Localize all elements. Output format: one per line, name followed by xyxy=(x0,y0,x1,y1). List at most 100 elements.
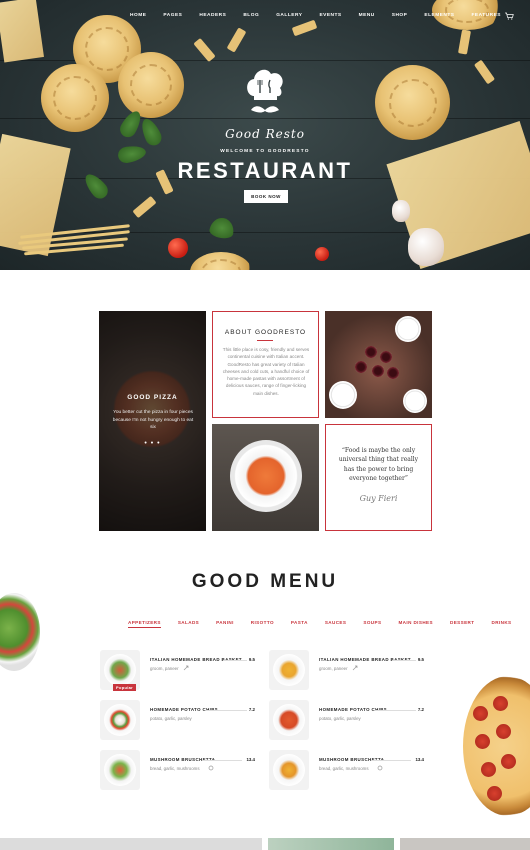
penne xyxy=(457,29,472,55)
nav-headers[interactable]: HEADERS xyxy=(199,13,226,18)
quote-text: “Food is maybe the only universal thing … xyxy=(338,447,419,482)
chef-hat-icon xyxy=(247,69,283,113)
dish-thumb[interactable] xyxy=(100,700,140,740)
tab-appetizers[interactable]: APPETIZERS xyxy=(128,620,161,628)
salad-decoration xyxy=(0,593,40,671)
vegetarian-icon xyxy=(377,765,383,771)
spicy-icon xyxy=(352,665,358,671)
penne xyxy=(132,195,157,219)
nav-events[interactable]: EVENTS xyxy=(319,13,341,18)
dish-image xyxy=(104,654,136,686)
dish-ingredients: potato, garlic, parsley xyxy=(319,716,361,721)
tomato xyxy=(168,238,188,258)
toast-photo xyxy=(325,311,432,418)
tab-drinks[interactable]: DRINKS xyxy=(491,620,511,628)
tab-panini[interactable]: PANINI xyxy=(216,620,234,628)
plate xyxy=(403,389,427,413)
dish-ingredients: groom, paneer xyxy=(150,666,179,671)
hero-welcome-text: WELCOME TO GOODRESTO xyxy=(220,149,310,154)
hero-section: HOME PAGES HEADERS BLOG GALLERY EVENTS M… xyxy=(0,0,530,270)
dish-ingredients: potato, garlic, parsley xyxy=(150,716,192,721)
pepperoni xyxy=(487,786,502,801)
pepperoni xyxy=(496,724,511,739)
good-pizza-title: GOOD PIZZA xyxy=(127,394,178,401)
dish-price: 13.4 xyxy=(415,757,424,762)
tab-soups[interactable]: SOUPS xyxy=(363,620,381,628)
about-text: This little place is cosy, friendly and … xyxy=(222,347,310,396)
tab-dessert[interactable]: DESSERT xyxy=(450,620,475,628)
more-dots-icon[interactable]: • • • xyxy=(99,440,206,447)
vegetarian-icon xyxy=(208,765,214,771)
dish-ingredients: bread, garlic, mushrooms xyxy=(150,766,200,771)
pepperoni xyxy=(481,762,496,777)
wine-glass xyxy=(380,351,392,363)
penne xyxy=(291,19,318,37)
cart-icon[interactable] xyxy=(505,12,514,20)
dish-image xyxy=(104,754,136,786)
dish-price: 7.2 xyxy=(417,707,424,712)
penne xyxy=(193,37,216,63)
dish-image xyxy=(273,704,305,736)
dish-price: 9.5 xyxy=(248,657,255,662)
book-now-button[interactable]: BOOK NOW xyxy=(244,190,288,203)
nav-shop[interactable]: SHOP xyxy=(392,13,408,18)
dish-image xyxy=(104,704,136,736)
basil-leaf xyxy=(208,216,236,240)
pasta-sheet xyxy=(0,0,44,63)
dish-thumb[interactable] xyxy=(100,750,140,790)
good-pizza-text: You better cut the pizza in four pieces … xyxy=(112,410,194,430)
garlic xyxy=(392,200,410,222)
wine-glass xyxy=(355,361,367,373)
about-title: ABOUT GOODRESTO xyxy=(224,329,307,336)
dish-ingredients: groom, paneer xyxy=(319,666,348,671)
penne-plate xyxy=(230,440,302,512)
plate xyxy=(329,381,357,409)
tab-main-dishes[interactable]: MAIN DISHES xyxy=(398,620,433,628)
dish-thumb[interactable] xyxy=(269,700,309,740)
about-divider xyxy=(257,340,273,341)
nav-features[interactable]: FEATURES xyxy=(472,13,502,18)
logo-text: Good Resto xyxy=(225,127,305,141)
dish-image xyxy=(273,754,305,786)
pepperoni xyxy=(501,754,516,769)
nav-menu[interactable]: MENU xyxy=(359,13,375,18)
tab-salads[interactable]: SALADS xyxy=(178,620,199,628)
quote-signature: Guy Fieri xyxy=(359,494,398,503)
pepperoni xyxy=(473,706,488,721)
dish-thumb[interactable] xyxy=(269,650,309,690)
nav-pages[interactable]: PAGES xyxy=(163,13,182,18)
nav-blog[interactable]: BLOG xyxy=(243,13,259,18)
tomato xyxy=(315,247,329,261)
dish-thumb[interactable] xyxy=(269,750,309,790)
logo[interactable] xyxy=(0,66,530,118)
pepperoni xyxy=(475,734,490,749)
nav-elements[interactable]: ELEMENTS xyxy=(424,13,454,18)
tab-pasta[interactable]: PASTA xyxy=(291,620,308,628)
nav-home[interactable]: HOME xyxy=(130,13,146,18)
nav-gallery[interactable]: GALLERY xyxy=(276,13,302,18)
dish-ingredients: bread, garlic, mushrooms xyxy=(319,766,369,771)
pizza-decoration xyxy=(463,676,530,816)
wine-glass xyxy=(387,367,399,379)
wine-glass xyxy=(365,346,377,358)
popular-badge: Popular xyxy=(113,684,136,691)
dish-price: 9.5 xyxy=(417,657,424,662)
tab-sauces[interactable]: SAUCES xyxy=(325,620,347,628)
wine-glass xyxy=(372,365,384,377)
dish-image xyxy=(273,654,305,686)
pepperoni xyxy=(493,696,508,711)
dish-price: 13.4 xyxy=(246,757,255,762)
pasta-nest xyxy=(190,252,252,270)
plate xyxy=(395,316,421,342)
hero-title: RESTAURANT xyxy=(177,158,353,183)
gallery-image xyxy=(0,838,262,850)
tab-risotto[interactable]: RISOTTO xyxy=(251,620,274,628)
menu-title: GOOD MENU xyxy=(191,571,339,592)
main-nav: HOME PAGES HEADERS BLOG GALLERY EVENTS M… xyxy=(130,13,518,18)
garlic xyxy=(408,228,444,266)
penne xyxy=(226,27,247,53)
menu-tabs: APPETIZERS SALADS PANINI RISOTTO PASTA S… xyxy=(128,620,529,628)
gallery-image xyxy=(400,838,530,850)
gallery-image xyxy=(268,838,394,850)
dish-price: 7.2 xyxy=(248,707,255,712)
